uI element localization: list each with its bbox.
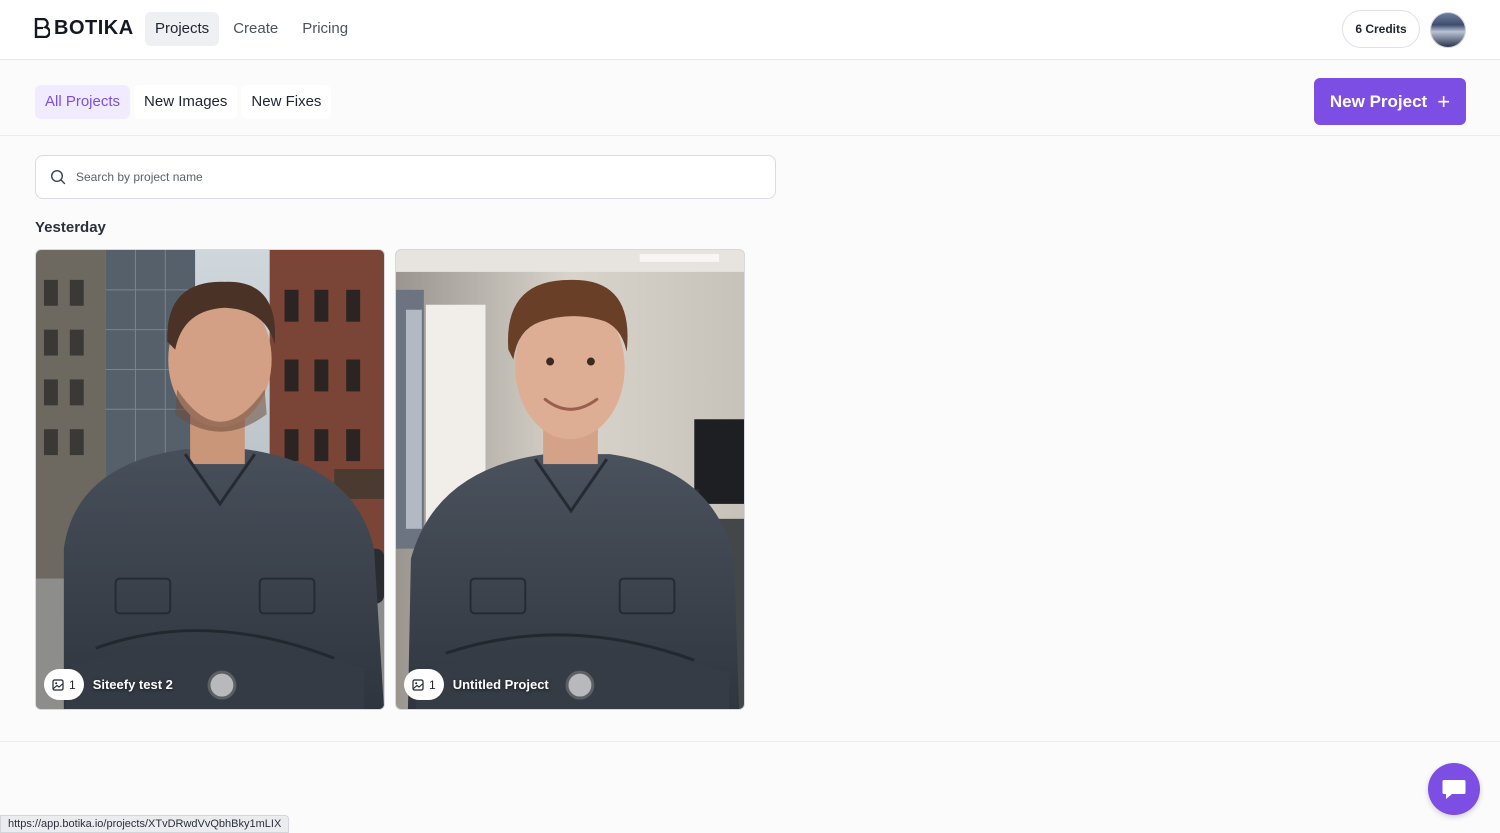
tab-new-fixes[interactable]: New Fixes [241,85,332,119]
project-thumbnail [36,250,384,709]
project-title: Siteefy test 2 [92,677,173,692]
image-count: 1 [69,677,76,692]
nav-projects[interactable]: Projects [145,12,220,46]
section-heading-yesterday: Yesterday [35,219,106,236]
main-nav: Projects Create Pricing [145,12,358,46]
tab-all-projects[interactable]: All Projects [35,85,131,119]
image-icon [412,678,424,691]
divider [0,741,1500,742]
new-project-label: New Project [1329,91,1428,111]
image-icon [52,678,64,691]
chat-bubble-icon [1442,780,1466,799]
project-card[interactable]: 1 Untitled Project [395,249,745,710]
project-card[interactable]: 1 Siteefy test 2 [35,249,385,710]
project-filter-tabs: All Projects New Images New Fixes [35,85,332,119]
new-project-button[interactable]: New Project + [1314,78,1466,125]
search-box[interactable] [35,155,776,199]
plus-icon: + [1437,88,1451,114]
nav-create[interactable]: Create [223,12,288,46]
brand-logo[interactable]: BOTIKA [34,16,134,40]
filter-bar: All Projects New Images New Fixes New Pr… [0,60,1500,136]
project-thumbnail [396,250,744,709]
search-icon [50,169,66,185]
chat-support-button[interactable] [1428,763,1480,815]
image-count-badge: 1 [404,669,444,700]
user-avatar[interactable] [1430,12,1466,48]
nav-pricing[interactable]: Pricing [292,12,358,46]
tab-new-images[interactable]: New Images [134,85,238,119]
image-count: 1 [429,677,436,692]
project-title: Untitled Project [452,677,549,692]
credits-badge[interactable]: 6 Credits [1342,10,1420,48]
card-footer: 1 Untitled Project [404,669,549,700]
card-footer: 1 Siteefy test 2 [44,669,173,700]
image-count-badge: 1 [44,669,84,700]
brand-name: BOTIKA [54,16,134,39]
top-bar: BOTIKA Projects Create Pricing 6 Credits [0,0,1500,60]
status-bar-url: https://app.botika.io/projects/XTvDRwdVv… [0,815,290,833]
botika-logo-icon [34,18,50,38]
search-input[interactable] [76,170,736,184]
